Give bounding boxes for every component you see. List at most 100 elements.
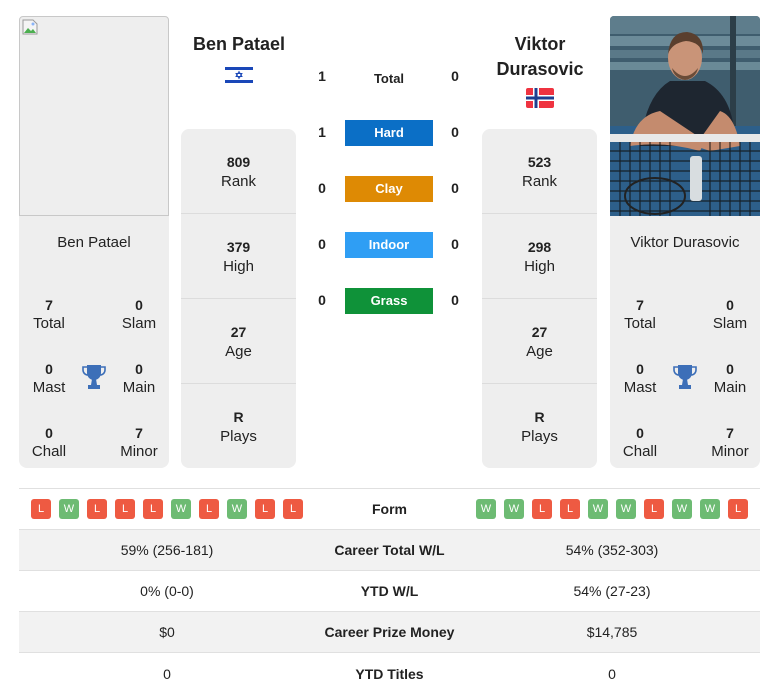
form-win-badge[interactable]: W: [504, 499, 524, 519]
surface-clay-badge[interactable]: Clay: [345, 176, 433, 202]
player-name-right-line1[interactable]: Viktor: [455, 32, 625, 57]
stats-card-right: 523 Rank 298 High 27 Age R Plays: [482, 129, 597, 468]
titles-minor-right: 7 Minor: [711, 425, 749, 460]
form-loss-badge[interactable]: L: [532, 499, 552, 519]
table-row: 59% (256-181) Career Total W/L 54% (352-…: [19, 530, 760, 571]
form-win-badge[interactable]: W: [227, 499, 247, 519]
h2h-grass-left: 0: [318, 292, 326, 308]
player-photo-left: [19, 16, 169, 216]
form-loss-badge[interactable]: L: [115, 499, 135, 519]
h2h-total-right: 0: [451, 68, 459, 84]
stats-card-left: 809 Rank 379 High 27 Age R Plays: [181, 129, 296, 468]
form-right: WWLLWWLWWL: [464, 499, 760, 519]
stat-high-left: 379 High: [181, 214, 296, 299]
surface-indoor-badge[interactable]: Indoor: [345, 232, 433, 258]
h2h-indoor-left: 0: [318, 236, 326, 252]
h2h-hard-left: 1: [318, 124, 326, 140]
titles-mast-left: 0 Mast: [32, 361, 66, 396]
form-win-badge[interactable]: W: [588, 499, 608, 519]
stat-plays-right: R Plays: [521, 409, 558, 445]
israel-flag-icon: [225, 65, 253, 85]
stat-age-left: 27 Age: [181, 299, 296, 384]
comparison-table: LWLLLWLWLL Form WWLLWWLWWL 59% (256-181)…: [19, 488, 760, 694]
player-name-left[interactable]: Ben Patael: [154, 32, 324, 92]
titles-slam-left: 0 Slam: [121, 297, 157, 332]
table-row: 0% (0-0) YTD W/L 54% (27-23): [19, 571, 760, 612]
h2h-clay-left: 0: [318, 180, 326, 196]
h2h-total-row: 1 Total 0: [300, 64, 480, 92]
h2h-grass-right: 0: [451, 292, 459, 308]
player-photo-right: [610, 16, 760, 216]
form-left: LWLLLWLWLL: [19, 499, 315, 519]
form-loss-badge[interactable]: L: [283, 499, 303, 519]
titles-main-right: 0 Main: [713, 361, 747, 396]
form-win-badge[interactable]: W: [171, 499, 191, 519]
form-loss-badge[interactable]: L: [728, 499, 748, 519]
h2h-hard-row: 1 Hard 0: [300, 120, 480, 148]
form-row: LWLLLWLWLL Form WWLLWWLWWL: [19, 489, 760, 530]
titles-slam-right: 0 Slam: [712, 297, 748, 332]
titles-minor-left: 7 Minor: [120, 425, 158, 460]
player-name-left-card: Ben Patael: [57, 234, 131, 251]
player-name-left-text[interactable]: Ben Patael: [154, 32, 324, 57]
form-loss-badge[interactable]: L: [87, 499, 107, 519]
prize-money-right: $14,785: [586, 624, 638, 640]
form-label: Form: [372, 501, 407, 517]
prize-money-label: Career Prize Money: [324, 624, 455, 640]
ytd-wl-label: YTD W/L: [360, 583, 419, 599]
surface-hard-badge[interactable]: Hard: [345, 120, 433, 146]
titles-card-left: Ben Patael 7 Total 0 Slam 0 Mast 0 Main …: [19, 216, 169, 468]
player-name-right-card: Viktor Durasovic: [630, 234, 740, 251]
titles-chall-right: 0 Chall: [622, 425, 658, 460]
stat-plays-left: R Plays: [220, 409, 257, 445]
career-wl-label: Career Total W/L: [334, 542, 445, 558]
form-loss-badge[interactable]: L: [644, 499, 664, 519]
ytd-titles-right: 0: [608, 665, 616, 682]
h2h-indoor-right: 0: [451, 236, 459, 252]
table-row: $0 Career Prize Money $14,785: [19, 612, 760, 653]
prize-money-left: $0: [159, 624, 175, 640]
stat-rank-left: 809 Rank: [181, 129, 296, 214]
form-win-badge[interactable]: W: [700, 499, 720, 519]
form-loss-badge[interactable]: L: [199, 499, 219, 519]
surface-grass-badge[interactable]: Grass: [345, 288, 433, 314]
broken-image-icon: [22, 19, 38, 35]
titles-chall-left: 0 Chall: [31, 425, 67, 460]
h2h-indoor-row: 0 Indoor 0: [300, 232, 480, 260]
form-loss-badge[interactable]: L: [31, 499, 51, 519]
player-photo-image: [610, 16, 760, 216]
form-loss-badge[interactable]: L: [143, 499, 163, 519]
trophy-icon: [82, 365, 106, 389]
h2h-clay-right: 0: [451, 180, 459, 196]
trophy-icon: [673, 365, 697, 389]
ytd-titles-left: 0: [163, 665, 171, 682]
titles-total-left: 7 Total: [33, 297, 65, 332]
h2h-total-label: Total: [373, 71, 405, 86]
h2h-hard-right: 0: [451, 124, 459, 140]
h2h-clay-row: 0 Clay 0: [300, 176, 480, 204]
player-name-right-line2[interactable]: Durasovic: [455, 57, 625, 82]
titles-main-left: 0 Main: [122, 361, 156, 396]
stat-high-right: 298 High: [482, 214, 597, 299]
ytd-wl-right: 54% (27-23): [573, 583, 651, 599]
form-win-badge[interactable]: W: [476, 499, 496, 519]
stat-rank-right: 523 Rank: [482, 129, 597, 214]
stat-age-right: 27 Age: [482, 299, 597, 384]
table-row: 0 YTD Titles 0: [19, 653, 760, 694]
form-loss-badge[interactable]: L: [255, 499, 275, 519]
ytd-titles-label: YTD Titles: [355, 665, 424, 682]
form-win-badge[interactable]: W: [616, 499, 636, 519]
career-wl-right: 54% (352-303): [565, 542, 659, 558]
form-win-badge[interactable]: W: [59, 499, 79, 519]
career-wl-left: 59% (256-181): [120, 542, 214, 558]
titles-card-right: Viktor Durasovic 7 Total 0 Slam 0 Mast 0…: [610, 216, 760, 468]
ytd-wl-left: 0% (0-0): [140, 583, 194, 599]
norway-flag-icon: [526, 88, 554, 108]
h2h-total-left: 1: [318, 68, 326, 84]
player-name-right[interactable]: Viktor Durasovic: [455, 32, 625, 115]
titles-mast-right: 0 Mast: [623, 361, 657, 396]
titles-total-right: 7 Total: [624, 297, 656, 332]
h2h-grass-row: 0 Grass 0: [300, 288, 480, 316]
form-loss-badge[interactable]: L: [560, 499, 580, 519]
form-win-badge[interactable]: W: [672, 499, 692, 519]
